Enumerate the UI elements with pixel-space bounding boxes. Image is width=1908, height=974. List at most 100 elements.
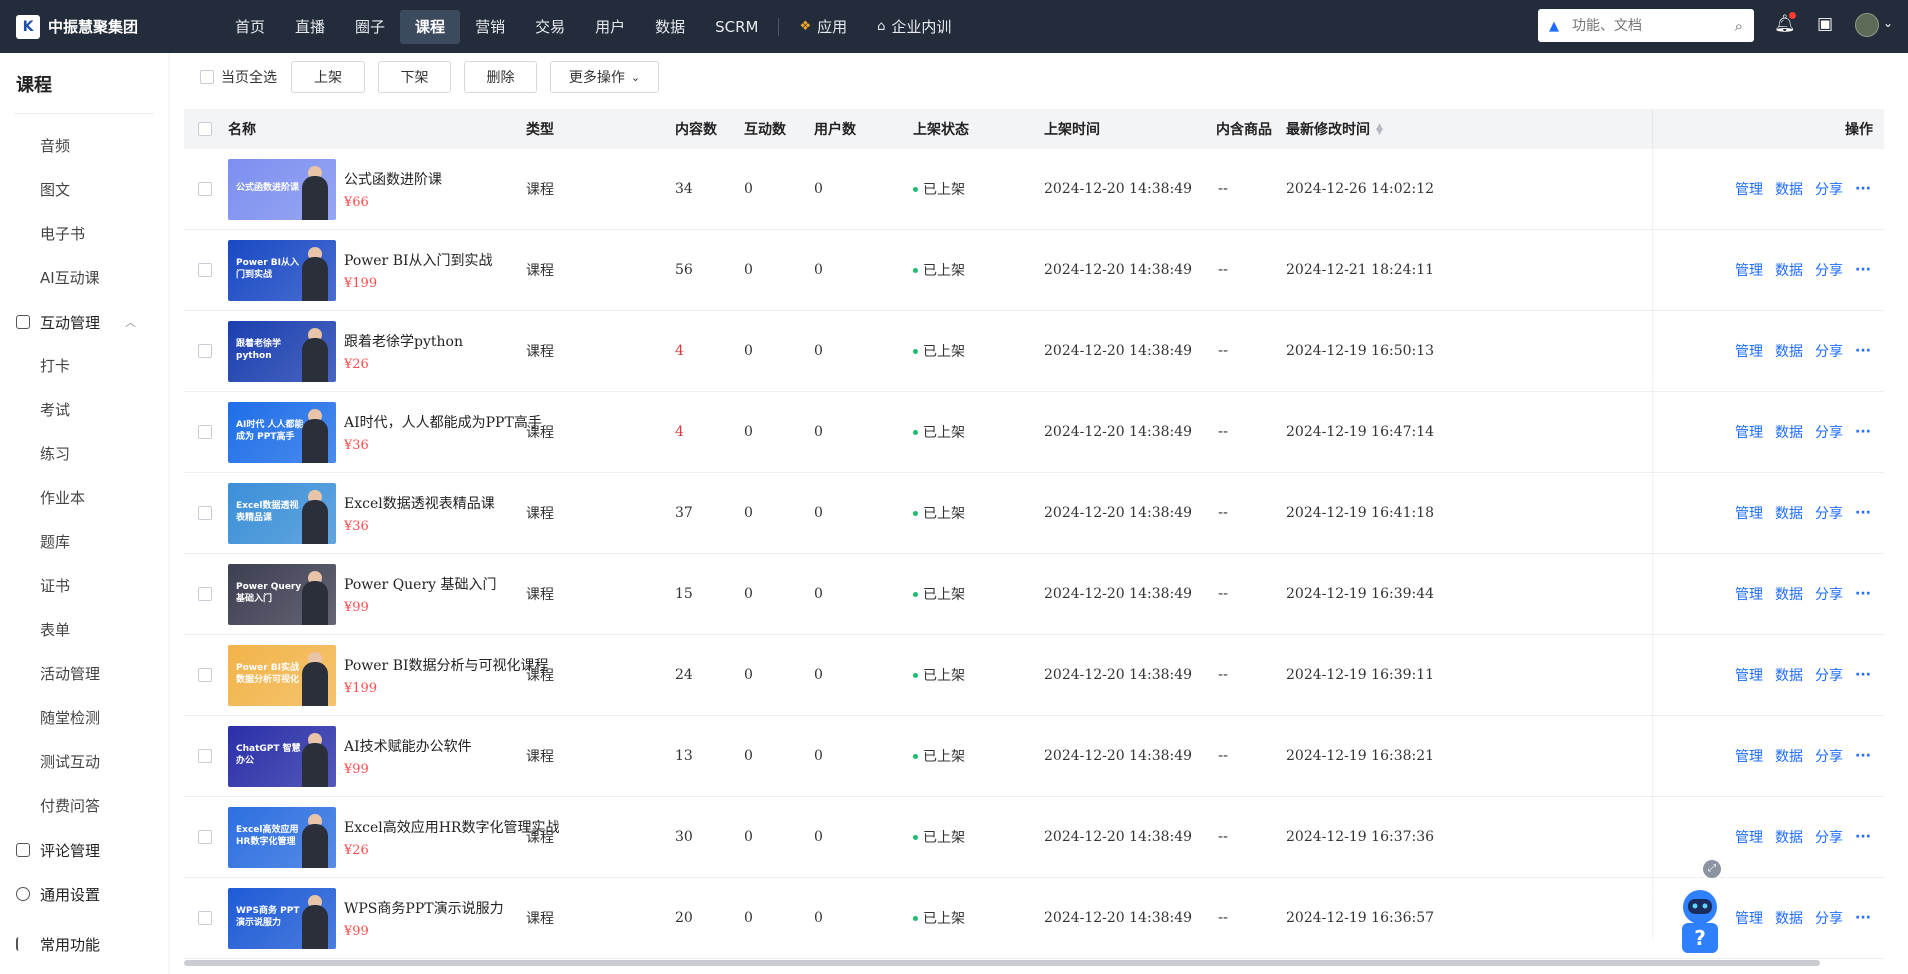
share-link[interactable]: 分享	[1815, 746, 1843, 766]
sidebar-item-interactive_items-8[interactable]: 随堂检测	[0, 696, 168, 740]
sidebar-group-comments[interactable]: 评论管理	[0, 828, 168, 872]
data-link[interactable]: 数据	[1775, 503, 1803, 523]
sidebar-item-interactive_items-0[interactable]: 打卡	[0, 344, 168, 388]
sort-icon[interactable]: ▲ ▼	[1376, 123, 1383, 137]
sidebar-item-top_items-0[interactable]: 音频	[0, 124, 168, 168]
sidebar-item-interactive_items-5[interactable]: 证书	[0, 564, 168, 608]
share-link[interactable]: 分享	[1815, 908, 1843, 928]
sidebar-item-interactive_items-2[interactable]: 练习	[0, 432, 168, 476]
chevron-down-icon[interactable]: ⌄	[1883, 16, 1893, 30]
nav-item-2[interactable]: 圈子	[340, 10, 400, 44]
more-icon[interactable]: ···	[1855, 262, 1871, 278]
nav-item-5[interactable]: 交易	[520, 10, 580, 44]
course-thumbnail[interactable]: Excel高效应用 HR数字化管理	[228, 806, 336, 868]
manage-link[interactable]: 管理	[1735, 665, 1763, 685]
manage-link[interactable]: 管理	[1735, 341, 1763, 361]
sidebar-item-top_items-2[interactable]: 电子书	[0, 212, 168, 256]
manage-link[interactable]: 管理	[1735, 179, 1763, 199]
row-checkbox[interactable]	[198, 344, 212, 358]
row-checkbox[interactable]	[198, 587, 212, 601]
course-title[interactable]: Power BI从入门到实战	[344, 250, 493, 270]
course-title[interactable]: Power BI数据分析与可视化课程	[344, 655, 549, 675]
global-search[interactable]: ▲ ⌕	[1538, 9, 1754, 42]
data-link[interactable]: 数据	[1775, 341, 1803, 361]
more-icon[interactable]: ···	[1855, 748, 1871, 764]
share-link[interactable]: 分享	[1815, 584, 1843, 604]
header-checkbox[interactable]	[198, 122, 212, 136]
course-thumbnail[interactable]: Power Query 基础入门	[228, 563, 336, 625]
course-thumbnail[interactable]: ChatGPT 智慧办公	[228, 725, 336, 787]
data-link[interactable]: 数据	[1775, 422, 1803, 442]
nav-apps[interactable]: ❖ 应用	[784, 10, 862, 44]
unpublish-button[interactable]: 下架	[378, 61, 451, 93]
course-cell[interactable]: Excel数据透视表精品课 Excel数据透视表精品课 ¥36	[228, 482, 495, 544]
nav-item-6[interactable]: 用户	[580, 10, 640, 44]
course-cell[interactable]: 公式函数进阶课 公式函数进阶课 ¥66	[228, 158, 442, 220]
data-link[interactable]: 数据	[1775, 179, 1803, 199]
sidebar-item-top_items-3[interactable]: AI互动课	[0, 256, 168, 300]
sidebar-item-interactive_items-1[interactable]: 考试	[0, 388, 168, 432]
expand-icon[interactable]: ⤢	[1703, 860, 1721, 878]
nav-item-3[interactable]: 课程	[400, 9, 461, 44]
sidebar-item-interactive_items-10[interactable]: 付费问答	[0, 784, 168, 828]
sidebar-group-common[interactable]: 常用功能	[0, 922, 168, 966]
nav-item-0[interactable]: 首页	[220, 10, 280, 44]
select-all[interactable]: 当页全选	[200, 67, 277, 87]
publish-button[interactable]: 上架	[291, 61, 365, 93]
manage-link[interactable]: 管理	[1735, 908, 1763, 928]
course-cell[interactable]: Excel高效应用 HR数字化管理 Excel高效应用HR数字化管理实战 ¥26	[228, 806, 559, 868]
sidebar-group-interactive[interactable]: 互动管理 ︿	[0, 300, 168, 344]
course-cell[interactable]: 跟着老徐学 python 跟着老徐学python ¥26	[228, 320, 463, 382]
course-title[interactable]: AI时代，人人都能成为PPT高手	[344, 412, 542, 432]
manage-link[interactable]: 管理	[1735, 746, 1763, 766]
course-thumbnail[interactable]: WPS商务 PPT演示说服力	[228, 887, 336, 949]
sidebar-item-interactive_items-6[interactable]: 表单	[0, 608, 168, 652]
nav-item-4[interactable]: 营销	[460, 10, 520, 44]
row-checkbox[interactable]	[198, 749, 212, 763]
row-checkbox[interactable]	[198, 668, 212, 682]
horizontal-scrollbar[interactable]	[184, 960, 1820, 966]
row-checkbox[interactable]	[198, 425, 212, 439]
search-input[interactable]	[1572, 17, 1735, 34]
course-cell[interactable]: WPS商务 PPT演示说服力 WPS商务PPT演示说服力 ¥99	[228, 887, 504, 949]
more-icon[interactable]: ···	[1855, 667, 1871, 683]
share-link[interactable]: 分享	[1815, 260, 1843, 280]
row-checkbox[interactable]	[198, 506, 212, 520]
sidebar-group-settings[interactable]: 通用设置	[0, 872, 168, 916]
course-title[interactable]: Power Query 基础入门	[344, 574, 497, 594]
delete-button[interactable]: 删除	[464, 61, 537, 93]
sidebar-item-interactive_items-3[interactable]: 作业本	[0, 476, 168, 520]
store-icon[interactable]: ▣	[1817, 14, 1833, 34]
select-all-checkbox[interactable]	[200, 70, 214, 84]
data-link[interactable]: 数据	[1775, 584, 1803, 604]
course-title[interactable]: 跟着老徐学python	[344, 331, 463, 351]
nav-item-8[interactable]: SCRM	[700, 10, 773, 44]
course-thumbnail[interactable]: AI时代 人人都能成为 PPT高手	[228, 401, 336, 463]
nav-training[interactable]: ⌂ 企业内训	[862, 10, 966, 44]
course-thumbnail[interactable]: Power BI从入门到实战	[228, 239, 336, 301]
more-icon[interactable]: ···	[1855, 505, 1871, 521]
brand[interactable]: K 中振慧聚集团	[16, 14, 216, 39]
row-checkbox[interactable]	[198, 911, 212, 925]
course-cell[interactable]: Power BI实战 数据分析可视化 Power BI数据分析与可视化课程 ¥199	[228, 644, 549, 706]
more-icon[interactable]: ···	[1855, 910, 1871, 926]
sidebar-item-interactive_items-7[interactable]: 活动管理	[0, 652, 168, 696]
course-thumbnail[interactable]: Excel数据透视表精品课	[228, 482, 336, 544]
data-link[interactable]: 数据	[1775, 260, 1803, 280]
share-link[interactable]: 分享	[1815, 422, 1843, 442]
sidebar-item-interactive_items-9[interactable]: 测试互动	[0, 740, 168, 784]
data-link[interactable]: 数据	[1775, 665, 1803, 685]
data-link[interactable]: 数据	[1775, 746, 1803, 766]
more-icon[interactable]: ···	[1855, 424, 1871, 440]
share-link[interactable]: 分享	[1815, 827, 1843, 847]
manage-link[interactable]: 管理	[1735, 260, 1763, 280]
share-link[interactable]: 分享	[1815, 341, 1843, 361]
share-link[interactable]: 分享	[1815, 179, 1843, 199]
assistant-bot-icon[interactable]: ?	[1680, 887, 1720, 955]
course-title[interactable]: WPS商务PPT演示说服力	[344, 898, 504, 918]
course-cell[interactable]: Power Query 基础入门 Power Query 基础入门 ¥99	[228, 563, 497, 625]
course-cell[interactable]: AI时代 人人都能成为 PPT高手 AI时代，人人都能成为PPT高手 ¥36	[228, 401, 542, 463]
share-link[interactable]: 分享	[1815, 665, 1843, 685]
manage-link[interactable]: 管理	[1735, 827, 1763, 847]
data-link[interactable]: 数据	[1775, 908, 1803, 928]
